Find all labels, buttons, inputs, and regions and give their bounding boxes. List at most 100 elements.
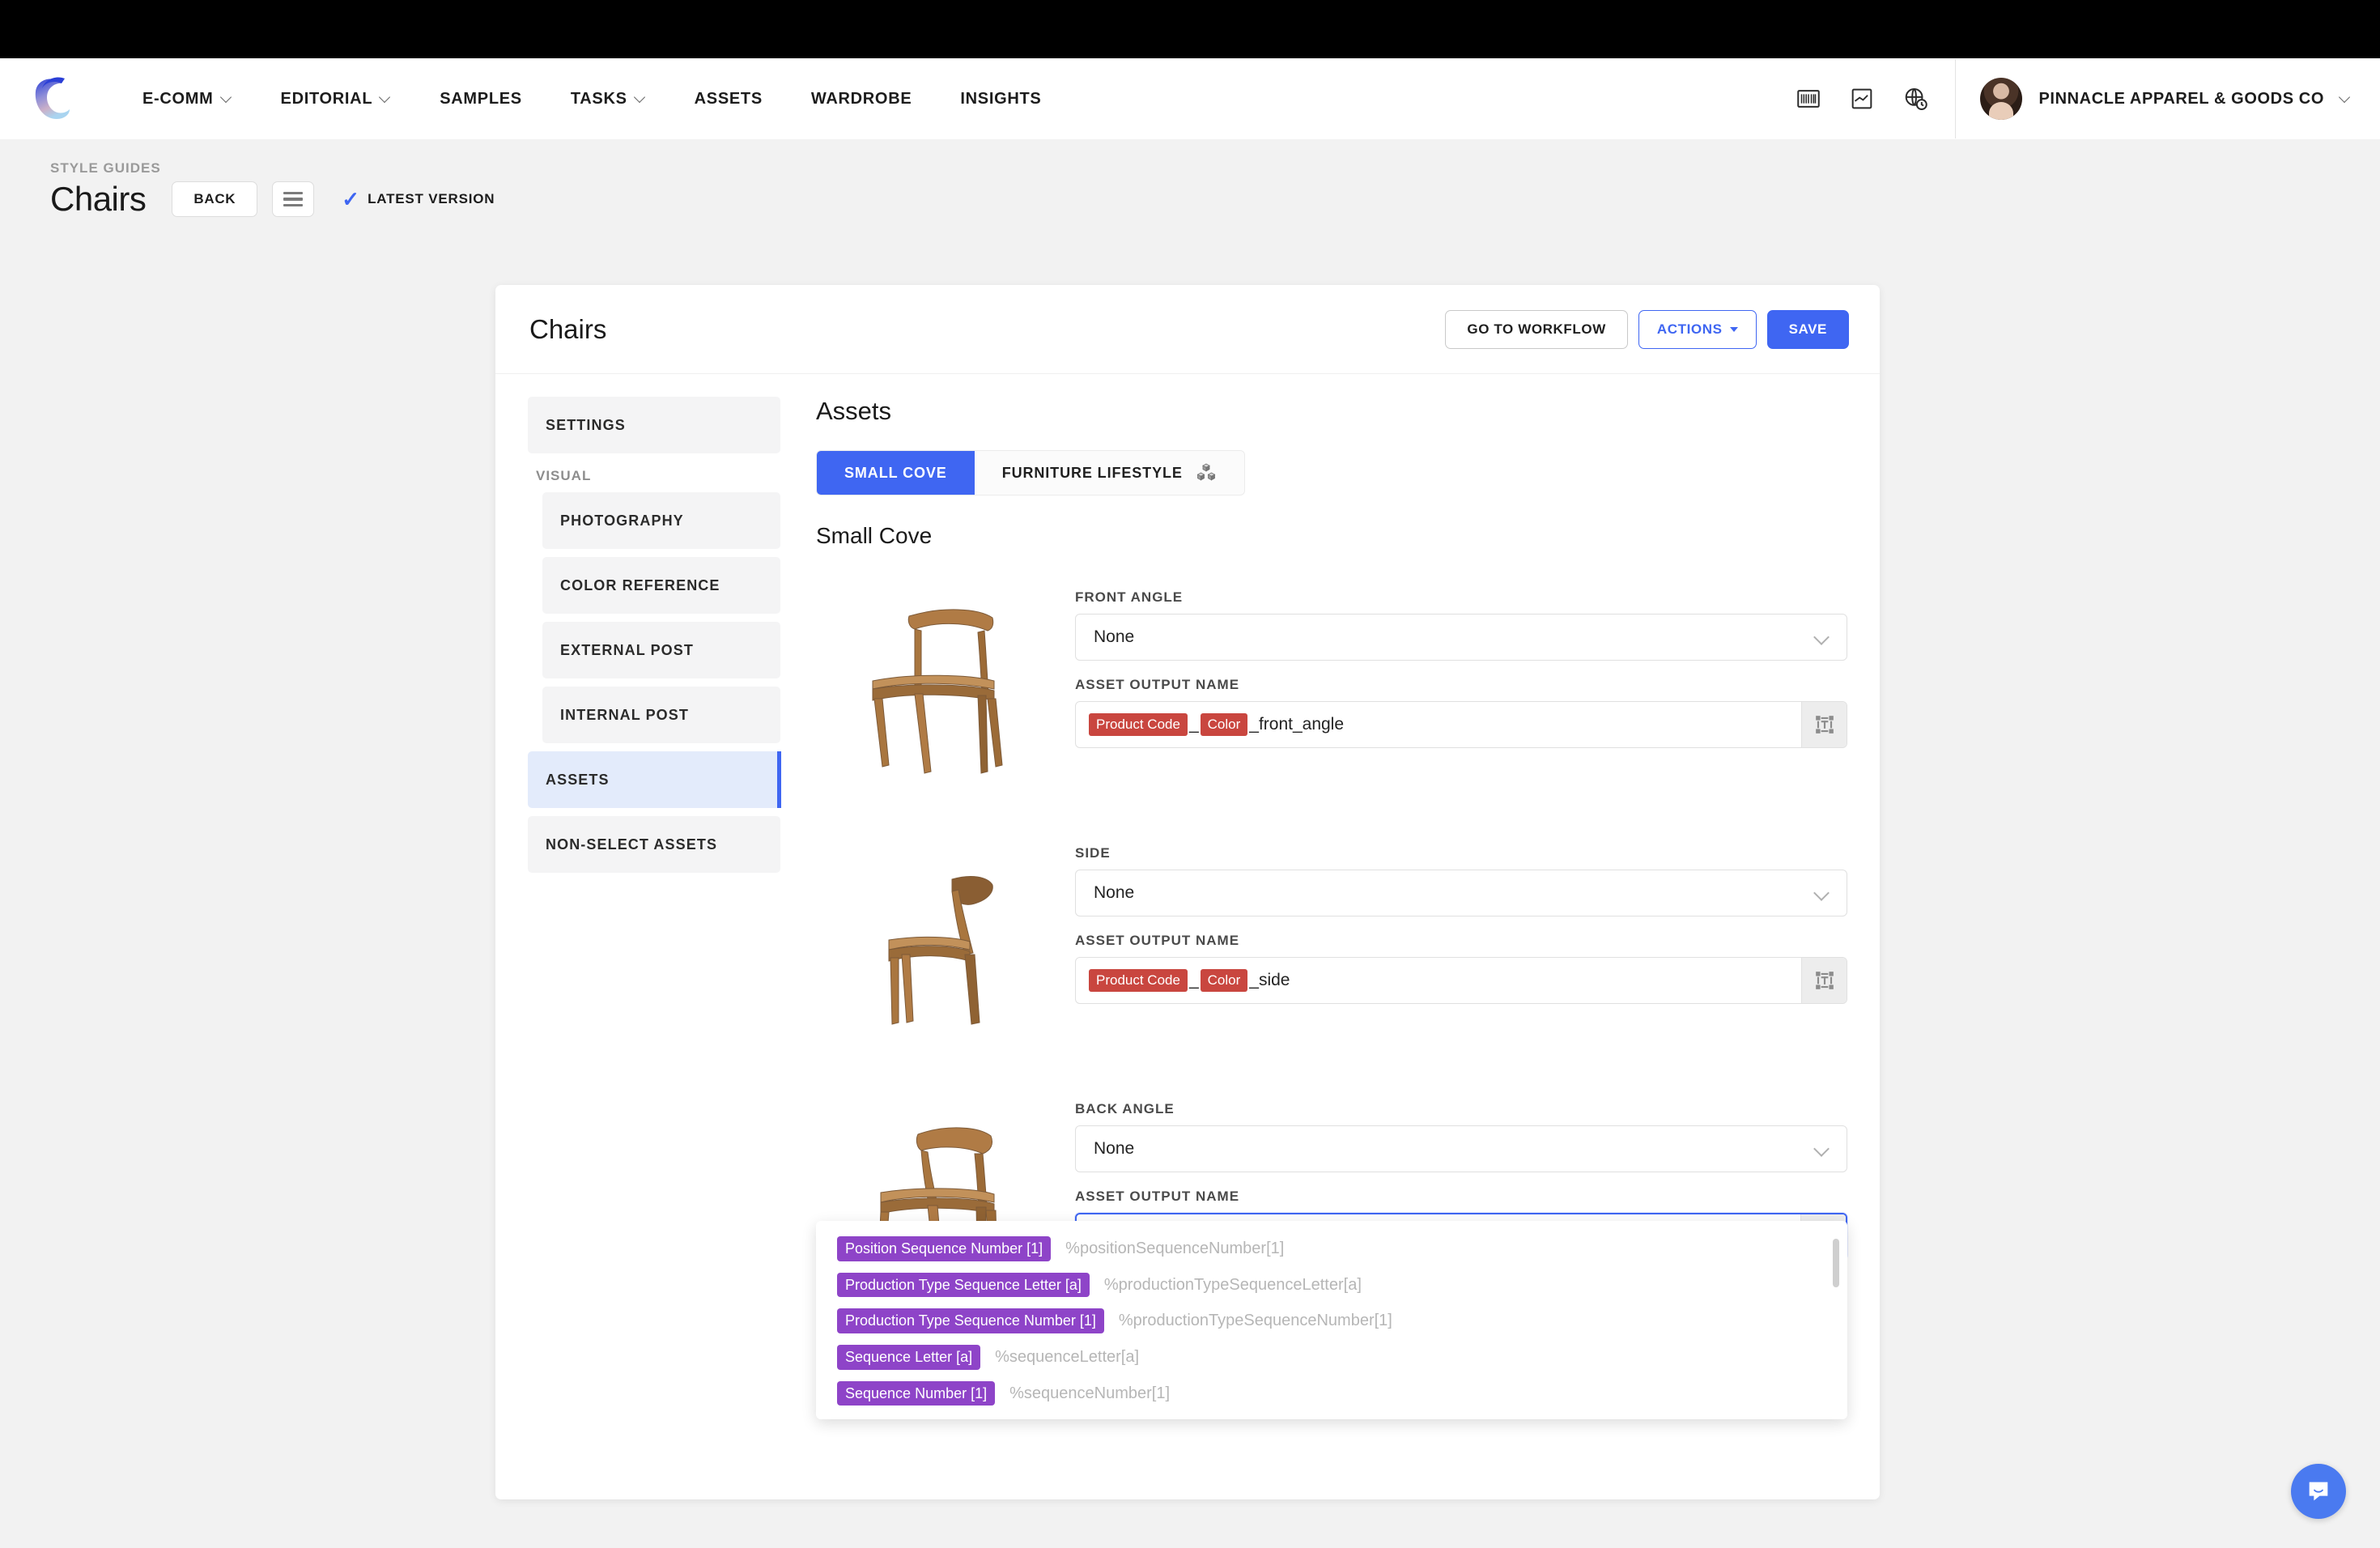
version-label: LATEST VERSION	[368, 191, 495, 207]
nav-item-tasks[interactable]: TASKS	[546, 58, 670, 139]
sidebar-item-settings[interactable]: SETTINGS	[528, 397, 780, 453]
suggestion-item[interactable]: Position Sequence Number [1] %positionSe…	[816, 1231, 1847, 1267]
token-suffix: _side	[1249, 971, 1290, 990]
breadcrumb: STYLE GUIDES	[50, 160, 2380, 176]
sidebar-group-visual: VISUAL	[536, 468, 780, 484]
nav-item-insights[interactable]: INSIGHTS	[936, 58, 1065, 139]
angle-select-value: None	[1094, 627, 1134, 647]
token-separator: _	[1189, 971, 1199, 990]
sidebar-item-color-reference[interactable]: COLOR REFERENCE	[542, 557, 780, 614]
navbar-icon-group	[1795, 85, 1955, 113]
chevron-down-icon	[222, 92, 232, 103]
nav-item-label: TASKS	[571, 58, 627, 139]
nav-item-samples[interactable]: SAMPLES	[415, 58, 546, 139]
section-title: Assets	[816, 397, 1847, 426]
asset-output-name-value: Product Code _ Color _front_angle	[1076, 702, 1801, 747]
angle-select[interactable]: None	[1075, 614, 1847, 661]
list-menu-button[interactable]	[272, 181, 314, 217]
settings-side-menu: SETTINGS VISUAL PHOTOGRAPHY COLOR REFERE…	[495, 397, 780, 1336]
go-to-workflow-button[interactable]: GO TO WORKFLOW	[1445, 310, 1627, 349]
image-placeholder-icon[interactable]	[1848, 85, 1876, 113]
barcode-icon[interactable]	[1795, 85, 1822, 113]
sidebar-item-external-post[interactable]: EXTERNAL POST	[542, 622, 780, 678]
angle-select[interactable]: None	[1075, 870, 1847, 916]
nav-item-e-comm[interactable]: E-COMM	[118, 58, 257, 139]
hamburger-icon	[283, 192, 303, 207]
suggestion-code: %productionTypeSequenceLetter[a]	[1104, 1276, 1362, 1295]
chevron-down-icon	[1814, 886, 1829, 900]
sidebar-item-non-select-assets[interactable]: NON-SELECT ASSETS	[528, 816, 780, 873]
suggestion-label: Production Type Sequence Letter [a]	[837, 1273, 1090, 1298]
style-guide-card: Chairs GO TO WORKFLOW ACTIONS SAVE SETTI…	[495, 285, 1880, 1499]
card-body: SETTINGS VISUAL PHOTOGRAPHY COLOR REFERE…	[495, 374, 1880, 1336]
nav-item-label: ASSETS	[695, 58, 763, 139]
token-separator: _	[1189, 715, 1199, 734]
suggestion-label: Production Type Sequence Number [1]	[837, 1308, 1104, 1333]
asset-row: FRONT ANGLE None ASSET OUTPUT NAME Produ…	[816, 568, 1847, 811]
suggestion-item[interactable]: Sequence Letter [a] %sequenceLetter[a]	[816, 1339, 1847, 1376]
token-suffix: _front_angle	[1249, 715, 1344, 734]
tab-furniture-lifestyle[interactable]: FURNITURE LIFESTYLE	[975, 451, 1244, 495]
asset-fields: SIDE None ASSET OUTPUT NAME Product Code…	[1075, 824, 1847, 1067]
text-box-icon-button[interactable]	[1801, 702, 1847, 747]
page-subheader: STYLE GUIDES Chairs BACK ✓ LATEST VERSIO…	[0, 139, 2380, 236]
dropdown-scrollbar[interactable]	[1837, 1229, 1843, 1411]
card-action-group: GO TO WORKFLOW ACTIONS SAVE	[1445, 310, 1849, 349]
asset-output-name-input[interactable]: Product Code _ Color _side	[1075, 957, 1847, 1004]
tab-small-cove[interactable]: SMALL COVE	[817, 451, 975, 495]
suggestion-label: Sequence Letter [a]	[837, 1345, 980, 1370]
suggestion-item[interactable]: Sequence Number [1] %sequenceNumber[1]	[816, 1376, 1847, 1412]
token-product-code: Product Code	[1089, 713, 1188, 737]
chevron-down-icon	[380, 92, 391, 103]
token-color: Color	[1201, 713, 1248, 737]
suggestion-code: %productionTypeSequenceNumber[1]	[1119, 1312, 1392, 1330]
nav-links: E-COMM EDITORIAL SAMPLES TASKS ASSETS WA…	[118, 58, 1065, 139]
token-suggestion-dropdown: Position Sequence Number [1] %positionSe…	[816, 1221, 1847, 1419]
angle-select-value: None	[1094, 883, 1134, 903]
sidebar-visual-items: PHOTOGRAPHY COLOR REFERENCE EXTERNAL POS…	[528, 492, 780, 743]
tab-label: SMALL COVE	[844, 465, 947, 482]
back-button[interactable]: BACK	[172, 181, 257, 217]
globe-clock-icon[interactable]	[1902, 85, 1929, 113]
nav-item-wardrobe[interactable]: WARDROBE	[787, 58, 937, 139]
token-color: Color	[1201, 969, 1248, 993]
chevron-down-icon	[1814, 630, 1829, 644]
asset-output-name-input[interactable]: Product Code _ Color _front_angle	[1075, 701, 1847, 748]
text-box-icon	[1814, 714, 1835, 735]
card-header: Chairs GO TO WORKFLOW ACTIONS SAVE	[495, 285, 1880, 374]
avatar	[1980, 78, 2022, 120]
dropdown-scrollbar-thumb[interactable]	[1833, 1239, 1839, 1287]
asset-group-title: Small Cove	[816, 523, 1847, 549]
suggestion-label: Position Sequence Number [1]	[837, 1236, 1051, 1261]
account-menu[interactable]: PINNACLE APPAREL & GOODS CO	[1956, 78, 2380, 120]
nav-item-label: WARDROBE	[811, 58, 912, 139]
suggestion-item[interactable]: Production Type Sequence Letter [a] %pro…	[816, 1267, 1847, 1303]
actions-button-label: ACTIONS	[1657, 321, 1723, 338]
chat-bubble-icon	[2305, 1478, 2332, 1505]
suggestion-item[interactable]: Production Type Sequence Number [1] %pro…	[816, 1303, 1847, 1339]
save-button[interactable]: SAVE	[1767, 310, 1849, 349]
caret-down-icon	[1730, 327, 1738, 332]
nav-item-label: INSIGHTS	[960, 58, 1041, 139]
subheader-row: Chairs BACK ✓ LATEST VERSION	[50, 180, 2380, 219]
account-name: PINNACLE APPAREL & GOODS CO	[2038, 90, 2324, 108]
asset-output-name-label: ASSET OUTPUT NAME	[1075, 933, 1847, 949]
nav-item-editorial[interactable]: EDITORIAL	[257, 58, 416, 139]
asset-fields: FRONT ANGLE None ASSET OUTPUT NAME Produ…	[1075, 568, 1847, 811]
clarity-c-logo-icon[interactable]	[29, 74, 74, 124]
tab-label: FURNITURE LIFESTYLE	[1002, 465, 1183, 482]
main-navbar: E-COMM EDITORIAL SAMPLES TASKS ASSETS WA…	[0, 58, 2380, 139]
sidebar-item-assets[interactable]: ASSETS	[528, 751, 780, 808]
suggestion-code: %sequenceNumber[1]	[1009, 1384, 1170, 1403]
text-box-icon-button[interactable]	[1801, 958, 1847, 1003]
actions-button[interactable]: ACTIONS	[1638, 310, 1757, 349]
nav-item-assets[interactable]: ASSETS	[670, 58, 787, 139]
chair-side-image	[816, 824, 1075, 1067]
chevron-down-icon	[2340, 92, 2351, 103]
asset-row: SIDE None ASSET OUTPUT NAME Product Code…	[816, 824, 1847, 1067]
chat-widget-button[interactable]	[2291, 1464, 2346, 1519]
sidebar-item-internal-post[interactable]: INTERNAL POST	[542, 687, 780, 743]
angle-select[interactable]: None	[1075, 1125, 1847, 1172]
sidebar-item-photography[interactable]: PHOTOGRAPHY	[542, 492, 780, 549]
asset-tab-bar: SMALL COVE FURNITURE LIFESTYLE	[816, 450, 1245, 495]
